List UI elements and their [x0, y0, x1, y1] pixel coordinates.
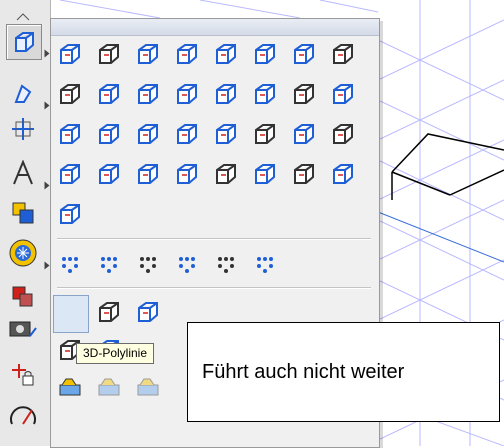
divider	[57, 238, 371, 240]
cylinder-icon[interactable]	[57, 81, 83, 107]
circle-points-icon[interactable]	[174, 251, 200, 277]
snap-lock-icon[interactable]	[6, 358, 40, 392]
flyout-arrow-icon	[44, 261, 50, 270]
spring-icon[interactable]	[330, 41, 356, 67]
torus-icon[interactable]	[135, 41, 161, 67]
cube-wire-icon[interactable]	[6, 24, 42, 60]
frustum-icon[interactable]	[96, 121, 122, 147]
screw-icon[interactable]	[213, 161, 239, 187]
slab-icon[interactable]	[135, 81, 161, 107]
frame-points-icon[interactable]	[135, 251, 161, 277]
annotation-text: Führt auch nicht weiter	[202, 360, 405, 383]
flyout-arrow-icon	[44, 181, 50, 190]
flyout-arrow-icon	[44, 101, 50, 110]
elbow-pipe-icon[interactable]	[252, 161, 278, 187]
shape-copy-icon[interactable]	[6, 196, 40, 230]
group-cycle-icon[interactable]	[96, 373, 122, 399]
dome-icon[interactable]	[213, 81, 239, 107]
diamond-points-icon[interactable]	[213, 251, 239, 277]
grid-block-icon[interactable]	[330, 81, 356, 107]
channel-icon[interactable]	[57, 161, 83, 187]
bracket-icon[interactable]	[213, 121, 239, 147]
group-open-icon[interactable]	[57, 373, 83, 399]
sphere-frame-icon[interactable]	[96, 41, 122, 67]
sphere-cut-icon[interactable]	[291, 161, 317, 187]
cone-icon[interactable]	[174, 41, 200, 67]
pin-icon[interactable]	[135, 121, 161, 147]
layers-stack-icon[interactable]	[6, 280, 40, 314]
group-settings-icon[interactable]	[135, 373, 161, 399]
3d-curve-icon[interactable]	[135, 299, 161, 325]
move-cross-icon[interactable]	[6, 112, 40, 146]
bar-icon[interactable]	[330, 161, 356, 187]
divider	[57, 287, 371, 289]
wedge-icon[interactable]	[213, 41, 239, 67]
cross-points-icon[interactable]	[252, 251, 278, 277]
roof-icon[interactable]	[57, 121, 83, 147]
ring-block-icon[interactable]	[252, 81, 278, 107]
ibeam-icon[interactable]	[174, 121, 200, 147]
dots-grid-icon[interactable]	[57, 251, 83, 277]
prism-icon[interactable]	[291, 41, 317, 67]
washer-icon[interactable]	[291, 81, 317, 107]
stack-dots-icon[interactable]	[135, 161, 161, 187]
saddle-icon[interactable]	[291, 121, 317, 147]
frame-box-icon[interactable]	[252, 121, 278, 147]
3d-surface-icon[interactable]	[96, 299, 122, 325]
tooltip: 3D-Polylinie	[76, 343, 155, 364]
arc-points-icon[interactable]	[96, 251, 122, 277]
flyout-title-bar[interactable]	[51, 19, 379, 36]
pen-draw-icon[interactable]	[6, 76, 40, 110]
tray-icon[interactable]	[57, 201, 83, 227]
box-icon[interactable]	[57, 41, 83, 67]
chalice-icon[interactable]	[174, 81, 200, 107]
3d-polyline-button-highlight[interactable]	[53, 295, 89, 333]
blue-axis-line	[377, 211, 504, 263]
annotation-box: Führt auch nicht weiter	[187, 322, 500, 422]
rounded-cube-icon[interactable]	[330, 121, 356, 147]
pyramid-icon[interactable]	[252, 41, 278, 67]
plane-slice-icon[interactable]	[96, 161, 122, 187]
camera-icon[interactable]	[6, 310, 40, 344]
barrel-icon[interactable]	[174, 161, 200, 187]
drum-icon[interactable]	[96, 81, 122, 107]
measure-dial-icon[interactable]	[6, 400, 40, 434]
globe-ball-icon[interactable]	[6, 236, 40, 270]
left-toolbar	[0, 0, 51, 446]
text-letter-icon[interactable]	[6, 156, 40, 190]
flyout-arrow-icon	[44, 49, 50, 58]
